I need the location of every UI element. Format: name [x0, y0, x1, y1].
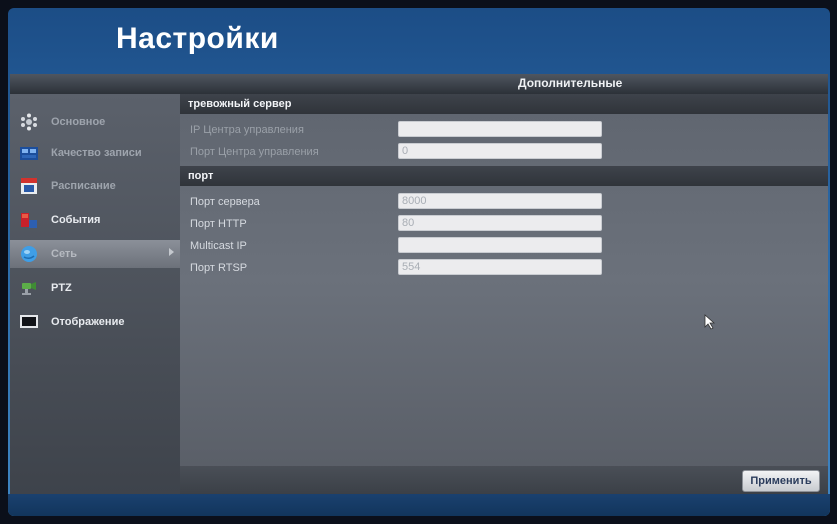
field-label: Порт RTSP — [190, 262, 248, 274]
sidebar-item-label: Отображение — [51, 316, 125, 328]
ptz-camera-icon — [22, 282, 36, 295]
field-label: Порт Центра управления — [190, 146, 319, 158]
sidebar-item-label: События — [51, 214, 101, 226]
field-row-control-center-port: Порт Центра управления 0 — [180, 142, 828, 162]
sidebar-item-display[interactable]: Отображение — [10, 308, 180, 336]
gear-icon — [21, 113, 37, 131]
settings-screen: Настройки Дополнительные Основное Качест… — [8, 8, 830, 516]
control-center-ip-field[interactable] — [398, 121, 602, 137]
control-center-port-field[interactable]: 0 — [398, 143, 602, 159]
field-row-multicast-ip: Multicast IP — [180, 236, 828, 256]
page-title: Настройки — [116, 22, 279, 55]
multicast-ip-field[interactable] — [398, 237, 602, 253]
rtsp-port-field[interactable]: 554 — [398, 259, 602, 275]
field-label: Multicast IP — [190, 240, 247, 252]
sidebar-item-label: Расписание — [51, 180, 116, 192]
sidebar-item-events[interactable]: События — [10, 206, 180, 234]
chevron-right-icon — [169, 248, 174, 256]
field-label: Порт сервера — [190, 196, 260, 208]
tab-bar: Дополнительные — [10, 74, 828, 94]
sidebar-item-label: Основное — [51, 116, 106, 128]
http-port-field[interactable]: 80 — [398, 215, 602, 231]
field-row-control-center-ip: IP Центра управления — [180, 120, 828, 140]
settings-content: тревожный сервер IP Центра управления По… — [180, 94, 828, 466]
bottom-strip — [8, 494, 830, 516]
field-row-rtsp-port: Порт RTSP 554 — [180, 258, 828, 278]
mouse-cursor-icon — [704, 314, 716, 330]
sidebar-item-general[interactable]: Основное — [10, 108, 180, 136]
calendar-icon — [21, 178, 37, 194]
alarm-event-icon — [21, 213, 37, 228]
monitor-icon — [20, 315, 38, 328]
footer-bar: Применить — [180, 466, 828, 494]
sidebar: Основное Качество записи Расписание Собы… — [10, 94, 180, 494]
field-row-server-port: Порт сервера 8000 — [180, 192, 828, 212]
sidebar-item-network[interactable]: Сеть — [10, 240, 180, 268]
sidebar-item-label: Качество записи — [51, 147, 142, 159]
apply-button[interactable]: Применить — [742, 470, 820, 492]
network-globe-icon — [21, 246, 37, 262]
field-label: Порт HTTP — [190, 218, 247, 230]
server-port-field[interactable]: 8000 — [398, 193, 602, 209]
section-title: тревожный сервер — [188, 98, 292, 110]
section-title: порт — [188, 170, 214, 182]
field-label: IP Центра управления — [190, 124, 304, 136]
film-icon — [20, 147, 38, 160]
sidebar-item-ptz[interactable]: PTZ — [10, 274, 180, 302]
sidebar-item-label: PTZ — [51, 282, 72, 294]
tab-advanced[interactable]: Дополнительные — [518, 76, 622, 90]
section-header-alarm-server: тревожный сервер — [180, 94, 828, 114]
sidebar-item-label: Сеть — [51, 248, 78, 260]
field-row-http-port: Порт HTTP 80 — [180, 214, 828, 234]
sidebar-item-schedule[interactable]: Расписание — [10, 172, 180, 200]
section-header-port: порт — [180, 166, 828, 186]
sidebar-item-record-quality[interactable]: Качество записи — [10, 139, 180, 167]
